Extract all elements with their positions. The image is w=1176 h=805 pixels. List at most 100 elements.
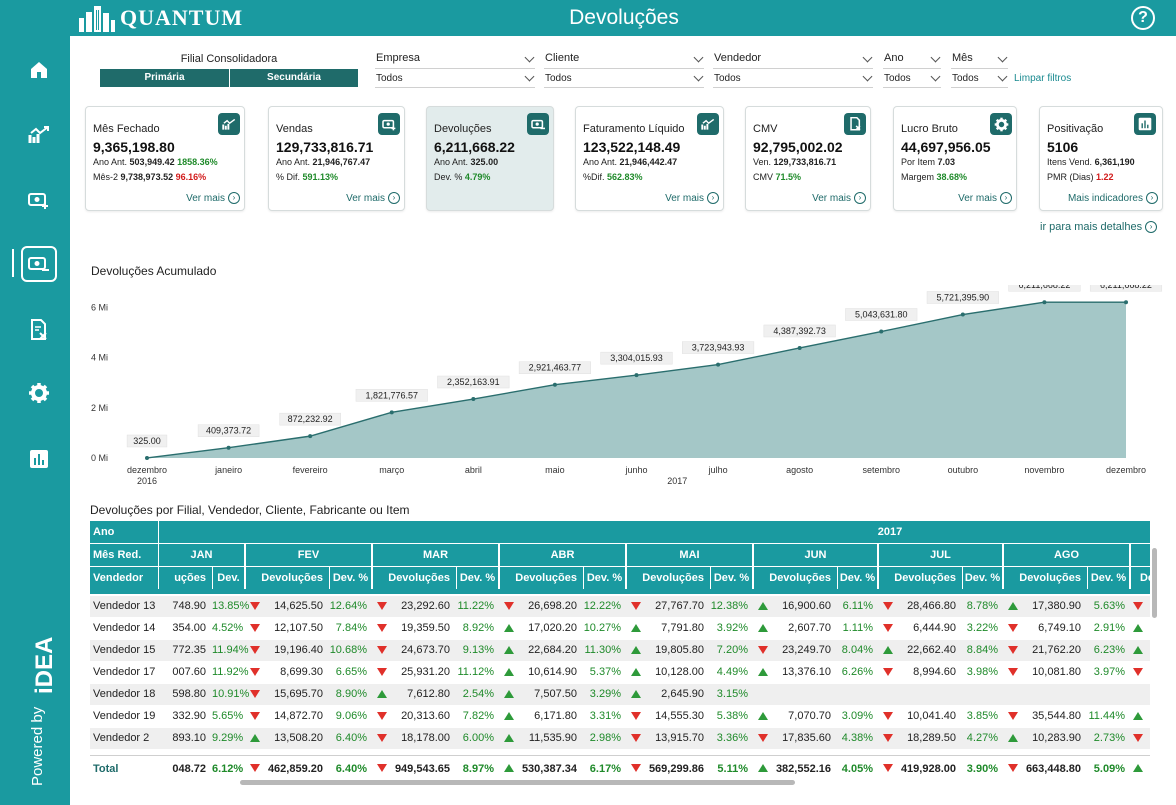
card-value: 6,211,668.22 [434, 139, 515, 155]
month-header[interactable]: MAR [372, 544, 498, 566]
month-header[interactable]: MAI [626, 544, 752, 566]
sidebar-item-sales[interactable] [22, 183, 56, 217]
col-header-dev-pct[interactable]: Dev. % [456, 567, 498, 589]
mes-value: Todos [952, 73, 979, 84]
see-more-link[interactable]: Ver mais › [346, 192, 400, 204]
more-details-link[interactable]: ir para mais detalhes › [1040, 221, 1158, 233]
col-header-dev-pct[interactable]: Dev. % [837, 567, 877, 589]
col-header-dev-pct[interactable]: Dev. % [1087, 567, 1129, 589]
buildings-icon [79, 6, 115, 32]
col-header-devolucoes[interactable]: Devoluções [1003, 567, 1087, 589]
horizontal-scrollbar[interactable] [240, 780, 795, 785]
month-header[interactable]: JUN [753, 544, 877, 566]
header-underline [90, 589, 1150, 594]
col-header-dev-pct[interactable]: Dev. % [710, 567, 752, 589]
month-header[interactable]: JUL [878, 544, 1002, 566]
x-year-label: 2016 [137, 476, 157, 486]
cell-devolucoes: 048.72 [172, 763, 206, 775]
cell-dev-pct: 3.92% [716, 622, 748, 634]
kpi-card-lucro-bruto[interactable]: Lucro Bruto 44,697,956.05 Por Item 7.03 Mar… [893, 106, 1017, 211]
gear-icon[interactable] [990, 113, 1012, 135]
card-line1-label: Por Item [901, 157, 936, 167]
sidebar-item-home[interactable] [22, 53, 56, 87]
col-header-devolucoes[interactable]: De [1130, 567, 1150, 589]
col-header-devolucoes[interactable]: Devoluções [878, 567, 962, 589]
cell-devolucoes: 15,695.70 [274, 688, 323, 700]
see-more-link[interactable]: Mais indicadores › [1068, 192, 1158, 204]
card-value: 92,795,002.02 [753, 139, 843, 155]
filial-primary-button[interactable]: Primária [100, 69, 229, 87]
kpi-card-vendas[interactable]: Vendas 129,733,816.71 Ano Ant. 21,946,767.… [268, 106, 405, 211]
money-minus-icon[interactable] [527, 113, 549, 135]
chevron-down-icon [524, 71, 535, 82]
trend-icon[interactable] [697, 113, 719, 135]
col-header-devolucoes[interactable]: Devoluções [753, 567, 837, 589]
empresa-filter[interactable]: Empresa Todos [375, 51, 535, 88]
data-point [1124, 300, 1128, 305]
see-more-link[interactable]: Ver mais › [812, 192, 866, 204]
kpi-card-positiva-o[interactable]: Positivação 5106 Itens Vend. 6,361,190 PMR … [1039, 106, 1163, 211]
cell-devolucoes [878, 684, 956, 705]
col-header-dev-pct[interactable]: Dev. % [962, 567, 1002, 589]
month-header[interactable]: JAN [158, 544, 244, 566]
cell-dev-pct: 6.17% [589, 763, 621, 775]
cell-devolucoes: 11,535.90 [528, 732, 577, 744]
col-header-dev-pct[interactable]: Dev. % [329, 567, 371, 589]
month-header[interactable]: FEV [245, 544, 371, 566]
see-more-link[interactable]: Ver mais › [665, 192, 719, 204]
col-header-dev-pct[interactable]: Dev. % [212, 567, 244, 606]
cell-devolucoes: 7,791.80 [661, 622, 704, 634]
sidebar-item-settings[interactable] [22, 376, 56, 410]
vendedor-label: Vendedor [714, 52, 762, 64]
returns-matrix-table: AnoMês Red.Vendedor2017JANuçõesDev. %FEV… [90, 521, 1150, 785]
ano-filter[interactable]: Ano Todos [883, 51, 941, 88]
col-header-devolucoes[interactable]: Devoluções [245, 567, 329, 589]
sidebar-item-trend[interactable] [22, 118, 56, 152]
clear-filters-link[interactable]: Limpar filtros [1014, 73, 1071, 84]
col-header-devolucoes[interactable]: Devoluções [499, 567, 583, 589]
page-title: Devoluções [569, 6, 679, 29]
cell-dev-pct: 13.85% [212, 600, 250, 612]
kpi-card-cmv[interactable]: CMV 92,795,002.02 Ven. 129,733,816.71 CMV 7… [745, 106, 871, 211]
col-header-devolucoes[interactable]: Devoluções [626, 567, 710, 589]
vendedor-filter[interactable]: Vendedor Todos [713, 51, 873, 88]
vertical-scrollbar[interactable] [1152, 548, 1157, 618]
sidebar-item-indicators[interactable] [22, 442, 56, 476]
y-tick-label: 0 Mi [91, 453, 108, 463]
see-more-label: Ver mais [346, 192, 385, 204]
card-line2-label: %Dif. [583, 172, 605, 182]
month-header[interactable] [1130, 544, 1150, 566]
kpi-card-devolu-es[interactable]: Devoluções 6,211,668.22 Ano Ant. 325.00 Dev… [426, 106, 554, 211]
filial-secondary-button[interactable]: Secundária [230, 69, 358, 87]
bar-chart-icon[interactable] [1134, 113, 1156, 135]
card-line1: Ano Ant. 21,946,767.47 [276, 157, 370, 167]
card-line1: Por Item 7.03 [901, 157, 955, 167]
card-line2-label: PMR (Dias) [1047, 172, 1094, 182]
row-vendor-name: Vendedor 19 [93, 710, 156, 722]
cell-devolucoes: 007.60 [172, 666, 206, 678]
document-x-icon[interactable] [844, 113, 866, 135]
see-more-link[interactable]: Ver mais › [958, 192, 1012, 204]
month-header[interactable]: AGO [1003, 544, 1129, 566]
chart-title: Devoluções Acumulado [91, 264, 217, 278]
trend-icon[interactable] [218, 113, 240, 135]
kpi-card-faturamento-l-quido[interactable]: Faturamento Líquido 123,522,148.49 Ano Ant… [575, 106, 724, 211]
col-header-dev-pct[interactable]: Dev. % [583, 567, 625, 589]
year-header-bg [159, 521, 1150, 543]
kpi-card-m-s-fechado[interactable]: Mês Fechado 9,365,198.80 Ano Ant. 503,949.… [85, 106, 245, 211]
col-header-devolucoes[interactable]: Devoluções [372, 567, 456, 589]
mes-filter[interactable]: Mês Todos [951, 51, 1008, 88]
sidebar-item-cmv[interactable] [22, 313, 56, 347]
y-tick-label: 6 Mi [91, 303, 108, 313]
see-more-link[interactable]: Ver mais › [186, 192, 240, 204]
data-label: 409,373.72 [206, 426, 251, 436]
month-header[interactable]: ABR [499, 544, 625, 566]
table-title: Devoluções por Filial, Vendedor, Cliente… [90, 503, 410, 517]
money-plus-icon[interactable] [378, 113, 400, 135]
help-button[interactable]: ? [1131, 6, 1155, 30]
col-header-devolucoes[interactable]: uções [158, 567, 212, 589]
sidebar-item-returns[interactable] [21, 246, 57, 282]
cell-devolucoes: 18,289.50 [907, 732, 956, 744]
cliente-filter[interactable]: Cliente Todos [544, 51, 704, 88]
cell-dev-pct: 3.22% [966, 622, 998, 634]
